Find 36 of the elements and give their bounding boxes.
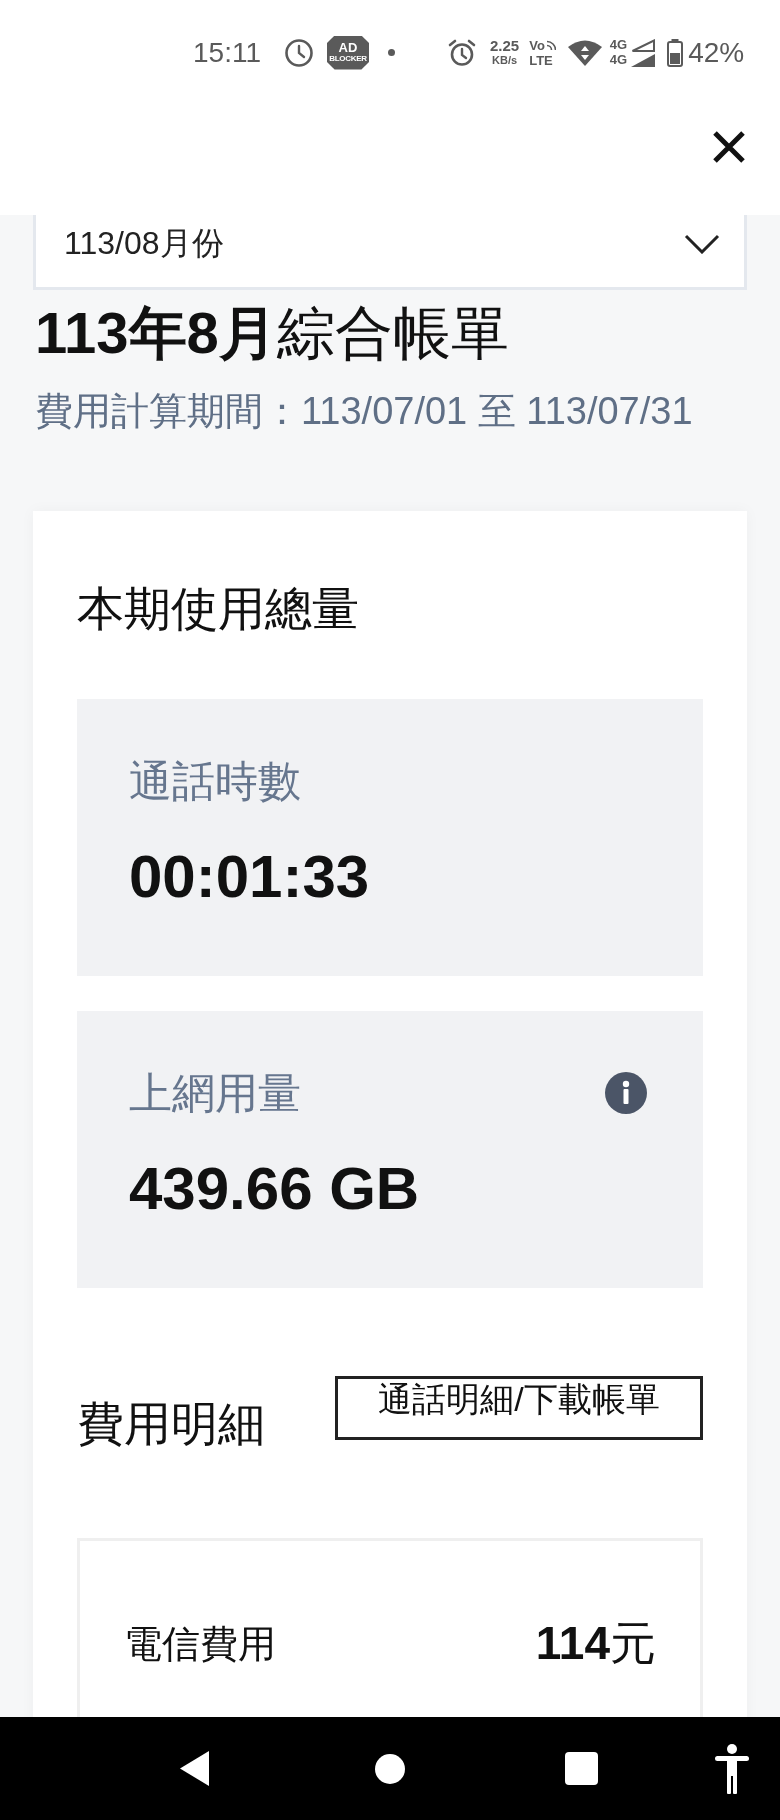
notification-dot-icon [388,49,395,56]
lte-label: LTE [529,52,553,68]
close-button[interactable] [712,130,746,164]
fee-item-label: 電信費用 [124,1621,276,1667]
usage-value: 439.66 GB [129,1154,421,1224]
home-icon[interactable] [375,1753,405,1784]
accessibility-icon[interactable] [715,1743,749,1794]
status-time: 15:11 [193,36,261,69]
call-details-button[interactable]: 通話明細/下載帳單 [335,1376,703,1440]
clock-icon [285,38,313,67]
network-type-label: 4G [609,38,628,52]
wifi-icon [567,39,602,66]
fee-section-title: 費用明細 [77,1396,265,1452]
vo-label: Vo [529,37,545,53]
battery-percentage: 42% [688,36,745,69]
alarm-clock-icon [448,38,476,67]
close-icon [712,130,746,164]
network-speed-unit: KB/s [492,54,518,67]
battery-icon [667,38,684,67]
month-select[interactable]: 113/08月份 [33,215,747,290]
billing-period: 費用計算期間：113/07/01 至 113/07/31 [35,389,694,434]
usage-label: 上網用量 [129,1068,301,1119]
info-icon[interactable] [605,1072,647,1114]
fee-item-amount: 114元 [535,1616,656,1671]
signal-icon [631,39,656,52]
call-waves-icon [545,39,556,51]
back-icon[interactable] [180,1751,209,1786]
usage-section-title: 本期使用總量 [77,581,360,637]
bill-title: 113年8月綜合帳單 [35,300,510,366]
usage-value: 00:01:33 [129,842,371,912]
usage-label: 通話時數 [129,756,301,807]
ad-blocker-badge: AD BLOCKER [327,35,369,70]
network-speed-value: 2.25 [490,38,520,54]
network-type-label: 4G [609,53,628,67]
chevron-down-icon [684,234,720,254]
signal-icon [631,54,656,67]
